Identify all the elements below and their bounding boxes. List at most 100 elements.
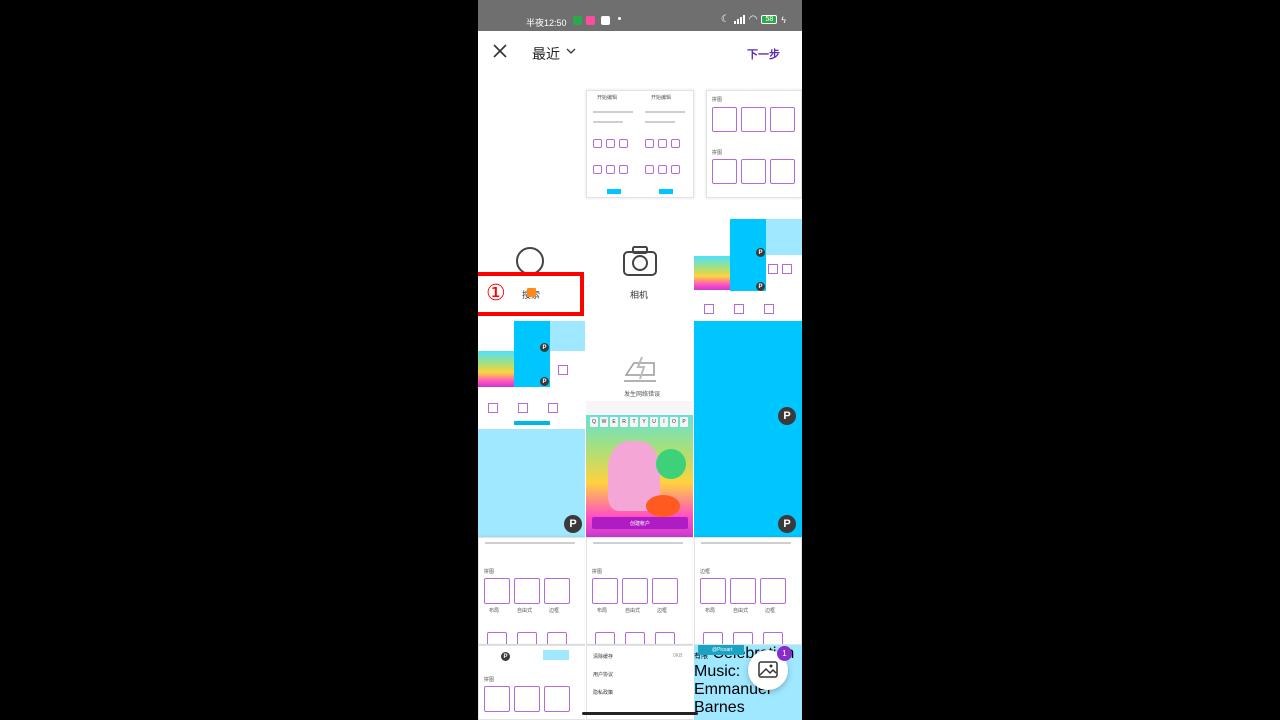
thumb-lcyan-block [550,321,586,351]
key: Y [640,417,648,427]
thumb-freestyle-tool [514,578,540,604]
thumbnail-picsart-signup[interactable]: Q W E R T Y U I O P 创建帐户 [586,401,694,537]
thumbnail-cyan-2[interactable]: P [694,429,802,537]
thumb-edit-title-2: 开始编辑 [651,95,672,101]
thumb-tool [645,165,654,174]
thumb-line [593,542,683,544]
camera-icon[interactable] [622,245,658,277]
thumbnail-settings-menu[interactable]: 清除缓存 0KB 用户协议 隐私政策 [586,645,694,720]
thumb-tool [547,632,567,644]
thumb-tool-label: 布局 [705,608,716,614]
battery-icon: 58 [761,15,778,24]
thumb-social-handle: @Picsart [712,647,733,653]
network-error-label: 发生网络错误 [624,392,661,398]
thumbnail-splice-2[interactable]: 拼图 布局 自由式 边框 [586,537,694,645]
picsart-badge-icon: P [778,407,796,425]
thumb-tool [768,264,778,274]
thumb-tool-label: 边框 [765,608,776,614]
thumb-layout-tool [712,107,737,132]
thumb-tool [763,632,783,644]
thumb-frame-tool [770,159,795,184]
album-selector[interactable]: 最近 [532,44,560,64]
camera-cell-label[interactable]: 相机 [630,288,648,301]
thumbnail-splice-4[interactable]: P 拼图 [478,645,586,720]
signal-icon [733,15,745,24]
thumb-tool [558,365,568,375]
thumb-tool [764,304,774,314]
thumb-menu-user-agreement: 用户协议 [593,672,614,678]
thumb-tool [606,165,615,174]
key: T [630,417,638,427]
annotation-cursor-dot [527,288,536,297]
thumb-tool [488,403,498,413]
thumb-tool [625,632,645,644]
thumb-tool [517,632,537,644]
charging-icon: ϟ [781,14,786,25]
thumb-layout-tool [484,578,510,604]
thumbnail-light-cyan[interactable]: P [478,429,586,537]
thumbnail-composite-2[interactable]: P P [478,321,586,429]
panda-app-icon [601,16,610,25]
thumb-freestyle-tool [730,578,756,604]
thumb-tool-label: 布局 [597,608,608,614]
thumb-splice-title: 拼图 [484,677,495,683]
annotation-number: ① [486,280,506,305]
thumb-layout-tool [712,159,737,184]
key: O [670,417,678,427]
thumb-line [645,111,685,113]
thumb-lcyan-block [766,219,802,255]
thumb-tool-label: 自由式 [733,608,749,614]
thumb-tool-label: 自由式 [517,608,533,614]
thumb-tool [606,139,615,148]
thumb-tool [619,139,628,148]
thumb-tool [671,165,680,174]
key: Q [590,417,598,427]
thumb-frame-tool [544,686,570,712]
thumb-tool-label: 边框 [549,608,560,614]
picsart-badge-icon: P [501,652,510,661]
thumb-menu-cache-size: 0KB [673,653,683,659]
thumb-tool [658,165,667,174]
thumb-layout-tool [484,686,510,712]
thumb-tool [671,139,680,148]
do-not-disturb-icon: ☾ [720,14,730,25]
thumb-smiley-orange [646,495,680,517]
more-notifications-dot-icon [618,17,621,20]
thumbnail-splice-3[interactable]: 边框 布局 自由式 边框 [694,537,802,645]
close-icon[interactable] [492,43,508,59]
thumbnail-splice-1[interactable]: 拼图 布局 自由式 边框 [478,537,586,645]
notification-app-icon [586,16,595,25]
network-error-cell: 发生网络错误 [586,321,694,401]
thumb-splice-title: 拼图 [592,569,603,575]
thumb-cyan-bar [514,421,550,425]
thumbnail-splice-screen[interactable]: 拼图 拼图 [706,90,802,198]
thumbnail-cyan-1[interactable]: P [694,321,802,429]
thumb-create-account-label: 创建帐户 [630,521,651,527]
phone-screen: 半夜12:50 ☾ ◠ 58 ϟ 最近 下一步 开始编辑 开始编辑 拼图 拼图 … [478,0,802,720]
picsart-badge-icon: P [540,377,549,386]
key: I [660,417,668,427]
home-indicator[interactable] [582,712,698,715]
chevron-down-icon[interactable] [566,48,576,55]
thumb-freestyle-tool [741,107,766,132]
thumb-cyan-bar [659,189,673,194]
thumb-splice-title-1: 拼图 [712,97,723,103]
selected-photos-button[interactable]: 1 [748,646,792,690]
picsart-badge-icon: P [778,515,796,533]
next-button[interactable]: 下一步 [747,46,780,62]
thumb-layout-tool [592,578,618,604]
thumb-tool [703,632,723,644]
picsart-badge-icon: P [756,282,765,291]
thumb-smiley-green [656,449,686,479]
search-circle-icon[interactable] [516,247,544,275]
gallery-icon [758,661,778,678]
thumb-line [593,111,633,113]
selected-count-badge: 1 [777,646,792,661]
thumbnail-composite-1[interactable]: P P [694,216,802,324]
thumb-tool [593,165,602,174]
thumbnail-edit-screens[interactable]: 开始编辑 开始编辑 [586,90,694,198]
thumb-frame-tool [760,578,786,604]
key: P [680,417,688,427]
picker-toolbar: 最近 下一步 [478,31,802,76]
grid-divider [585,321,586,720]
